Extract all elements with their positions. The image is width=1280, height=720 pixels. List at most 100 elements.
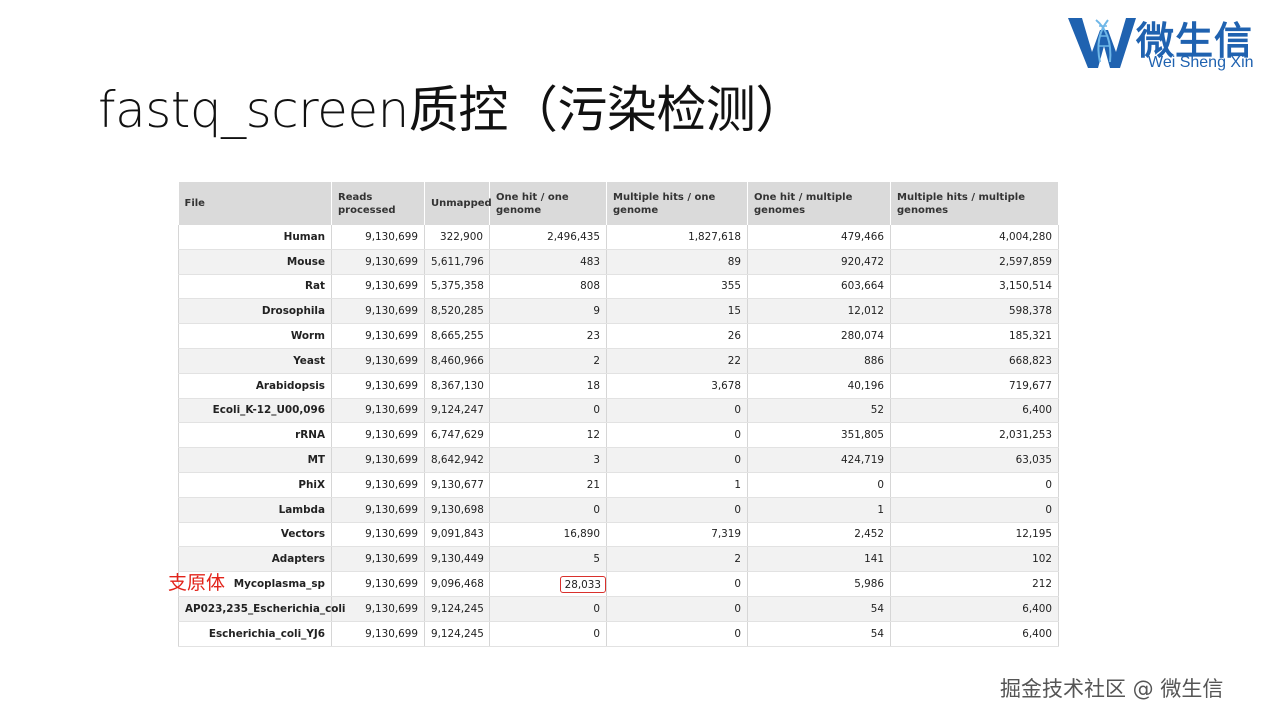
- column-header: Multiple hits / multiple genomes: [890, 182, 1059, 225]
- data-cell: 0: [489, 398, 607, 424]
- data-cell: 89: [606, 249, 748, 275]
- data-cell: 9,130,699: [331, 225, 425, 250]
- row-label-cell: Rat: [178, 274, 332, 300]
- data-cell: 21: [489, 472, 607, 498]
- data-cell: 886: [747, 348, 891, 374]
- table-row: Arabidopsis 9,130,699 8,367,130 18 3,678 40,1…: [178, 373, 1059, 399]
- data-cell: 2,496,435: [489, 225, 607, 250]
- data-cell: 12,012: [747, 298, 891, 325]
- data-cell: 5,611,796: [424, 249, 490, 275]
- data-cell: 9,130,699: [331, 422, 425, 449]
- data-cell: 6,747,629: [424, 422, 490, 449]
- row-label-cell: PhiX: [178, 472, 332, 498]
- data-cell: 1: [606, 472, 748, 498]
- data-cell: 8,665,255: [424, 323, 490, 349]
- data-cell: 280,074: [747, 323, 891, 349]
- data-cell: 808: [489, 274, 607, 300]
- data-cell: 9,130,449: [424, 546, 490, 573]
- data-cell: 9,130,699: [331, 373, 425, 399]
- data-cell: 54: [747, 621, 891, 647]
- data-cell: 2,031,253: [890, 422, 1059, 449]
- data-cell: 0: [489, 621, 607, 647]
- table-row: Mouse 9,130,699 5,611,796 483 89 920,472 2,597…: [178, 249, 1059, 275]
- data-cell: 598,378: [890, 298, 1059, 325]
- data-cell: 0: [489, 596, 607, 622]
- data-cell: 3,150,514: [890, 274, 1059, 300]
- data-cell: 212: [890, 571, 1059, 597]
- data-cell: 9,130,699: [331, 447, 425, 473]
- table-row: AP023,235_Escherichia_coli 9,130,699 9,124…: [178, 596, 1059, 622]
- table-row: rRNA 9,130,699 6,747,629 12 0 351,805 2,031,25…: [178, 422, 1059, 449]
- data-cell: 603,664: [747, 274, 891, 300]
- data-cell: 6,400: [890, 621, 1059, 647]
- data-cell: 5,375,358: [424, 274, 490, 300]
- column-header: One hit / multiple genomes: [747, 182, 891, 225]
- column-header: File: [178, 182, 332, 225]
- data-cell: 668,823: [890, 348, 1059, 374]
- data-cell: 185,321: [890, 323, 1059, 349]
- row-label-cell: Worm: [178, 323, 332, 349]
- data-cell: 9,091,843: [424, 522, 490, 548]
- data-cell: 26: [606, 323, 748, 349]
- data-cell: 9,130,699: [331, 621, 425, 647]
- data-cell: 1: [747, 497, 891, 523]
- data-cell: 8,520,285: [424, 298, 490, 325]
- row-label-cell: Yeast: [178, 348, 332, 374]
- data-cell: 6,400: [890, 596, 1059, 622]
- data-cell: 5,986: [747, 571, 891, 597]
- data-cell: 9,124,245: [424, 621, 490, 647]
- row-label-cell: Arabidopsis: [178, 373, 332, 399]
- data-cell: 54: [747, 596, 891, 622]
- watermark: 掘金技术社区 @ 微生信: [1000, 677, 1224, 701]
- data-cell: 52: [747, 398, 891, 424]
- data-cell: 8,460,966: [424, 348, 490, 374]
- data-cell: 9,124,245: [424, 596, 490, 622]
- data-cell: 2: [489, 348, 607, 374]
- row-label-cell: Vectors: [178, 522, 332, 548]
- data-cell: 355: [606, 274, 748, 300]
- logo-en-text: Wei Sheng Xin: [1148, 54, 1254, 71]
- data-cell: 0: [890, 497, 1059, 523]
- table-row: Vectors 9,130,699 9,091,843 16,890 7,319 2,45…: [178, 522, 1059, 548]
- data-cell: 9,130,699: [331, 571, 425, 597]
- column-header: Multiple hits / one genome: [606, 182, 748, 225]
- data-cell: 63,035: [890, 447, 1059, 473]
- table-row: MT 9,130,699 8,642,942 3 0 424,719 63,035: [178, 447, 1059, 473]
- data-cell: 1,827,618: [606, 225, 748, 250]
- brand-logo: 微生信 Wei Sheng Xin: [1066, 8, 1276, 74]
- data-cell: 424,719: [747, 447, 891, 473]
- data-cell: 9,130,699: [331, 497, 425, 523]
- data-cell: 3,678: [606, 373, 748, 399]
- row-label-cell: rRNA: [178, 422, 332, 449]
- data-cell: 9,130,699: [331, 472, 425, 498]
- table-row: Lambda 9,130,699 9,130,698 0 0 1 0: [178, 497, 1059, 523]
- data-cell: 9,130,698: [424, 497, 490, 523]
- data-cell: 8,367,130: [424, 373, 490, 399]
- data-cell: 719,677: [890, 373, 1059, 399]
- data-cell: 16,890: [489, 522, 607, 548]
- data-cell: 9,130,699: [331, 323, 425, 349]
- row-label-cell: Mouse: [178, 249, 332, 275]
- data-cell: 483: [489, 249, 607, 275]
- row-label-cell: MT: [178, 447, 332, 473]
- data-cell: 2,452: [747, 522, 891, 548]
- data-cell: 920,472: [747, 249, 891, 275]
- column-header: Reads processed: [331, 182, 425, 225]
- data-cell: 9,096,468: [424, 571, 490, 597]
- data-cell: 5: [489, 546, 607, 573]
- data-cell: 28,033: [489, 571, 607, 597]
- data-cell: 0: [890, 472, 1059, 498]
- data-cell: 9,130,699: [331, 274, 425, 300]
- data-cell: 9,130,699: [331, 398, 425, 424]
- data-cell: 15: [606, 298, 748, 325]
- data-cell: 0: [747, 472, 891, 498]
- data-cell: 9,130,699: [331, 546, 425, 573]
- data-cell: 2,597,859: [890, 249, 1059, 275]
- data-cell: 322,900: [424, 225, 490, 250]
- data-cell: 0: [606, 422, 748, 449]
- data-cell: 40,196: [747, 373, 891, 399]
- column-header: Unmapped: [424, 182, 492, 225]
- data-cell: 12,195: [890, 522, 1059, 548]
- data-cell: 9,130,677: [424, 472, 490, 498]
- highlighted-value-box: 28,033: [559, 575, 606, 593]
